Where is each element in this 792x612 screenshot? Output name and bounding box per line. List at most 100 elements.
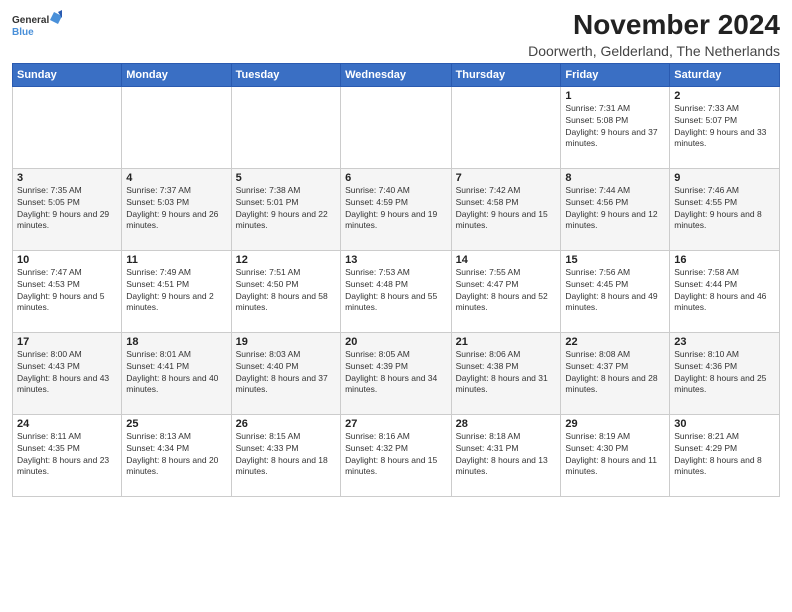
day-number: 17 [17,336,117,348]
calendar-header-row: Sunday Monday Tuesday Wednesday Thursday… [13,63,780,86]
day-number: 20 [345,336,446,348]
table-row: 18Sunrise: 8:01 AM Sunset: 4:41 PM Dayli… [122,332,231,414]
calendar-table: Sunday Monday Tuesday Wednesday Thursday… [12,63,780,497]
table-row: 4Sunrise: 7:37 AM Sunset: 5:03 PM Daylig… [122,168,231,250]
day-info: Sunrise: 8:11 AM Sunset: 4:35 PM Dayligh… [17,431,117,479]
table-row: 7Sunrise: 7:42 AM Sunset: 4:58 PM Daylig… [451,168,561,250]
table-row: 8Sunrise: 7:44 AM Sunset: 4:56 PM Daylig… [561,168,670,250]
day-info: Sunrise: 8:19 AM Sunset: 4:30 PM Dayligh… [565,431,665,479]
calendar-week-5: 24Sunrise: 8:11 AM Sunset: 4:35 PM Dayli… [13,414,780,496]
day-info: Sunrise: 8:03 AM Sunset: 4:40 PM Dayligh… [236,349,336,397]
day-number: 18 [126,336,226,348]
day-number: 3 [17,172,117,184]
day-number: 23 [674,336,775,348]
day-info: Sunrise: 8:21 AM Sunset: 4:29 PM Dayligh… [674,431,775,479]
day-number: 25 [126,418,226,430]
table-row: 28Sunrise: 8:18 AM Sunset: 4:31 PM Dayli… [451,414,561,496]
col-sunday: Sunday [13,63,122,86]
day-number: 4 [126,172,226,184]
day-number: 6 [345,172,446,184]
col-wednesday: Wednesday [341,63,451,86]
table-row: 29Sunrise: 8:19 AM Sunset: 4:30 PM Dayli… [561,414,670,496]
logo-svg: General Blue [12,10,62,46]
table-row: 23Sunrise: 8:10 AM Sunset: 4:36 PM Dayli… [670,332,780,414]
table-row: 10Sunrise: 7:47 AM Sunset: 4:53 PM Dayli… [13,250,122,332]
day-number: 5 [236,172,336,184]
day-info: Sunrise: 7:53 AM Sunset: 4:48 PM Dayligh… [345,267,446,315]
day-number: 13 [345,254,446,266]
day-info: Sunrise: 8:05 AM Sunset: 4:39 PM Dayligh… [345,349,446,397]
day-number: 19 [236,336,336,348]
header: General Blue November 2024 Doorwerth, Ge… [12,10,780,59]
day-info: Sunrise: 7:40 AM Sunset: 4:59 PM Dayligh… [345,185,446,233]
page: General Blue November 2024 Doorwerth, Ge… [0,0,792,612]
table-row: 22Sunrise: 8:08 AM Sunset: 4:37 PM Dayli… [561,332,670,414]
day-info: Sunrise: 7:33 AM Sunset: 5:07 PM Dayligh… [674,103,775,151]
day-number: 16 [674,254,775,266]
day-number: 21 [456,336,557,348]
day-info: Sunrise: 7:37 AM Sunset: 5:03 PM Dayligh… [126,185,226,233]
table-row: 14Sunrise: 7:55 AM Sunset: 4:47 PM Dayli… [451,250,561,332]
day-number: 9 [674,172,775,184]
table-row: 12Sunrise: 7:51 AM Sunset: 4:50 PM Dayli… [231,250,340,332]
day-info: Sunrise: 8:10 AM Sunset: 4:36 PM Dayligh… [674,349,775,397]
table-row: 1Sunrise: 7:31 AM Sunset: 5:08 PM Daylig… [561,86,670,168]
location-title: Doorwerth, Gelderland, The Netherlands [528,43,780,59]
table-row: 13Sunrise: 7:53 AM Sunset: 4:48 PM Dayli… [341,250,451,332]
day-info: Sunrise: 7:47 AM Sunset: 4:53 PM Dayligh… [17,267,117,315]
day-info: Sunrise: 7:58 AM Sunset: 4:44 PM Dayligh… [674,267,775,315]
table-row [451,86,561,168]
day-number: 28 [456,418,557,430]
col-monday: Monday [122,63,231,86]
table-row: 26Sunrise: 8:15 AM Sunset: 4:33 PM Dayli… [231,414,340,496]
day-info: Sunrise: 7:44 AM Sunset: 4:56 PM Dayligh… [565,185,665,233]
day-number: 10 [17,254,117,266]
svg-text:General: General [12,15,49,26]
calendar-week-1: 1Sunrise: 7:31 AM Sunset: 5:08 PM Daylig… [13,86,780,168]
table-row: 20Sunrise: 8:05 AM Sunset: 4:39 PM Dayli… [341,332,451,414]
day-number: 27 [345,418,446,430]
table-row: 17Sunrise: 8:00 AM Sunset: 4:43 PM Dayli… [13,332,122,414]
table-row: 3Sunrise: 7:35 AM Sunset: 5:05 PM Daylig… [13,168,122,250]
day-info: Sunrise: 8:16 AM Sunset: 4:32 PM Dayligh… [345,431,446,479]
table-row [341,86,451,168]
day-info: Sunrise: 7:42 AM Sunset: 4:58 PM Dayligh… [456,185,557,233]
table-row: 21Sunrise: 8:06 AM Sunset: 4:38 PM Dayli… [451,332,561,414]
day-number: 1 [565,90,665,102]
table-row [13,86,122,168]
day-number: 2 [674,90,775,102]
day-info: Sunrise: 7:51 AM Sunset: 4:50 PM Dayligh… [236,267,336,315]
day-info: Sunrise: 8:08 AM Sunset: 4:37 PM Dayligh… [565,349,665,397]
table-row: 15Sunrise: 7:56 AM Sunset: 4:45 PM Dayli… [561,250,670,332]
day-number: 8 [565,172,665,184]
table-row: 11Sunrise: 7:49 AM Sunset: 4:51 PM Dayli… [122,250,231,332]
day-info: Sunrise: 7:56 AM Sunset: 4:45 PM Dayligh… [565,267,665,315]
day-info: Sunrise: 7:55 AM Sunset: 4:47 PM Dayligh… [456,267,557,315]
day-number: 14 [456,254,557,266]
table-row: 5Sunrise: 7:38 AM Sunset: 5:01 PM Daylig… [231,168,340,250]
day-info: Sunrise: 7:38 AM Sunset: 5:01 PM Dayligh… [236,185,336,233]
day-number: 30 [674,418,775,430]
table-row: 25Sunrise: 8:13 AM Sunset: 4:34 PM Dayli… [122,414,231,496]
table-row: 30Sunrise: 8:21 AM Sunset: 4:29 PM Dayli… [670,414,780,496]
table-row: 27Sunrise: 8:16 AM Sunset: 4:32 PM Dayli… [341,414,451,496]
day-info: Sunrise: 7:35 AM Sunset: 5:05 PM Dayligh… [17,185,117,233]
day-number: 24 [17,418,117,430]
day-number: 15 [565,254,665,266]
table-row: 6Sunrise: 7:40 AM Sunset: 4:59 PM Daylig… [341,168,451,250]
calendar-week-4: 17Sunrise: 8:00 AM Sunset: 4:43 PM Dayli… [13,332,780,414]
table-row: 24Sunrise: 8:11 AM Sunset: 4:35 PM Dayli… [13,414,122,496]
day-number: 11 [126,254,226,266]
table-row [122,86,231,168]
day-number: 26 [236,418,336,430]
day-info: Sunrise: 7:46 AM Sunset: 4:55 PM Dayligh… [674,185,775,233]
day-info: Sunrise: 8:18 AM Sunset: 4:31 PM Dayligh… [456,431,557,479]
col-friday: Friday [561,63,670,86]
day-info: Sunrise: 8:15 AM Sunset: 4:33 PM Dayligh… [236,431,336,479]
month-title: November 2024 [528,10,780,41]
calendar-week-3: 10Sunrise: 7:47 AM Sunset: 4:53 PM Dayli… [13,250,780,332]
col-thursday: Thursday [451,63,561,86]
title-section: November 2024 Doorwerth, Gelderland, The… [528,10,780,59]
col-saturday: Saturday [670,63,780,86]
day-info: Sunrise: 8:01 AM Sunset: 4:41 PM Dayligh… [126,349,226,397]
